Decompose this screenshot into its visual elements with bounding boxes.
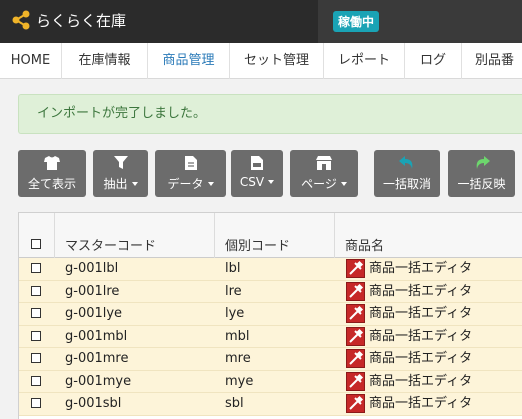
product-name-cell[interactable]: 商品一括エディタ xyxy=(369,258,472,280)
column-header-master-code[interactable]: マスターコード xyxy=(55,213,215,258)
caret-down-icon xyxy=(268,179,275,184)
bulk-cancel-button[interactable]: 一括取消 xyxy=(374,150,440,197)
alert-message: インポートが完了しました。 xyxy=(37,106,207,121)
bulk-cancel-label: 一括取消 xyxy=(382,177,431,191)
extract-label: 抽出 xyxy=(103,177,128,191)
filter-icon xyxy=(113,156,128,169)
table-row[interactable]: g-001mye mye 商品一括エディタ xyxy=(19,370,522,393)
product-name-cell[interactable]: 商品一括エディタ xyxy=(369,371,472,393)
row-checkbox[interactable] xyxy=(31,330,41,341)
extract-dropdown-button[interactable]: 抽出 xyxy=(93,150,148,197)
bulk-edit-tag-icon xyxy=(346,304,365,323)
csv-file-icon xyxy=(251,156,263,170)
status-badge: 稼働中 xyxy=(333,11,380,32)
row-checkbox[interactable] xyxy=(31,308,41,318)
tab-home[interactable]: HOME xyxy=(0,43,62,79)
table-row[interactable]: g-001lbl lbl 商品一括エディタ xyxy=(19,258,522,281)
table-row[interactable]: g-001mbl mbl 商品一括エディタ xyxy=(19,325,522,348)
row-checkbox[interactable] xyxy=(31,353,41,363)
main-nav: HOME 在庫情報 商品管理 セット管理 レポート ログ 別品番 xyxy=(0,43,522,79)
bulk-edit-tag-icon xyxy=(346,394,365,413)
product-table: マスターコード 個別コード 商品名 g-001lbl lbl 商品一括エディタ g-0… xyxy=(18,212,522,419)
master-code-cell: g-001mre xyxy=(65,351,129,366)
product-name-cell[interactable]: 商品一括エディタ xyxy=(369,303,472,325)
store-icon xyxy=(316,156,332,170)
tab-report[interactable]: レポート xyxy=(324,43,405,79)
table-row[interactable]: g-001lre lre 商品一括エディタ xyxy=(19,280,522,303)
show-all-label: 全て表示 xyxy=(27,177,76,191)
bulk-apply-button[interactable]: 一括反映 xyxy=(448,150,515,197)
master-code-cell: g-001sbl xyxy=(65,396,122,411)
table-row[interactable]: g-001lye lye 商品一括エディタ xyxy=(19,303,522,326)
master-code-cell: g-001lre xyxy=(65,283,120,299)
item-code-cell: lye xyxy=(225,306,245,321)
bulk-edit-tag-icon xyxy=(346,349,365,368)
document-icon xyxy=(184,156,197,170)
csv-label: CSV xyxy=(239,175,265,189)
bulk-edit-tag-icon xyxy=(346,259,365,278)
show-all-button[interactable]: 全て表示 xyxy=(18,150,86,197)
data-label: データ xyxy=(167,177,204,191)
shirt-icon xyxy=(44,156,60,170)
table-body: g-001lbl lbl 商品一括エディタ g-001lre lre 商品一括エディタ g-… xyxy=(19,258,522,416)
caret-down-icon xyxy=(207,181,214,186)
bulk-edit-tag-icon xyxy=(346,326,365,346)
tab-log[interactable]: ログ xyxy=(405,43,462,79)
import-success-alert: インポートが完了しました。 xyxy=(18,94,522,134)
tab-stock-info[interactable]: 在庫情報 xyxy=(62,43,148,79)
tab-product-management[interactable]: 商品管理 xyxy=(148,43,230,79)
status-area: 稼働中 xyxy=(318,0,522,43)
tab-alt-part-number[interactable]: 別品番 xyxy=(462,43,522,79)
master-code-cell: g-001mye xyxy=(65,373,132,389)
item-code-cell: mbl xyxy=(225,328,250,344)
page-label: ページ xyxy=(301,177,337,191)
top-bar: らくらく在庫 稼働中 xyxy=(0,0,522,43)
page-dropdown-button[interactable]: ページ xyxy=(290,150,358,197)
select-all-checkbox[interactable] xyxy=(31,239,41,249)
bulk-edit-tag-icon xyxy=(346,371,365,391)
row-checkbox[interactable] xyxy=(31,285,41,296)
product-name-cell[interactable]: 商品一括エディタ xyxy=(369,348,472,370)
item-code-cell: mre xyxy=(225,351,251,366)
product-name-cell[interactable]: 商品一括エディタ xyxy=(369,281,472,303)
column-header-product-name[interactable]: 商品名 xyxy=(335,213,522,258)
master-code-cell: g-001lbl xyxy=(65,261,119,276)
item-code-cell: mye xyxy=(225,373,254,389)
item-code-cell: lre xyxy=(225,283,242,299)
master-code-cell: g-001lye xyxy=(65,306,123,321)
table-header: マスターコード 個別コード 商品名 xyxy=(19,213,522,258)
row-checkbox[interactable] xyxy=(31,398,41,408)
undo-icon xyxy=(399,156,413,169)
app-title: らくらく在庫 xyxy=(36,11,127,30)
app-window: らくらく在庫 稼働中 HOME 在庫情報 商品管理 セット管理 レポート ログ … xyxy=(0,0,522,419)
data-dropdown-button[interactable]: データ xyxy=(155,150,226,197)
table-row[interactable]: g-001sbl sbl 商品一括エディタ xyxy=(19,393,522,416)
select-all-cell xyxy=(19,213,55,258)
bulk-edit-tag-icon xyxy=(346,281,365,301)
bulk-apply-label: 一括反映 xyxy=(457,177,506,191)
table-row[interactable]: g-001mre mre 商品一括エディタ xyxy=(19,348,522,371)
row-checkbox[interactable] xyxy=(31,375,41,386)
csv-dropdown-button[interactable]: CSV xyxy=(231,150,283,197)
caret-down-icon xyxy=(131,181,138,186)
redo-icon xyxy=(476,156,490,169)
app-logo[interactable]: らくらく在庫 xyxy=(10,9,126,31)
product-name-cell[interactable]: 商品一括エディタ xyxy=(369,326,472,348)
tab-set-management[interactable]: セット管理 xyxy=(230,43,324,79)
item-code-cell: lbl xyxy=(225,261,241,276)
item-code-cell: sbl xyxy=(225,396,244,411)
row-checkbox[interactable] xyxy=(31,263,41,273)
caret-down-icon xyxy=(340,181,347,186)
product-name-cell[interactable]: 商品一括エディタ xyxy=(369,393,472,415)
share-network-icon xyxy=(12,10,30,30)
column-header-item-code[interactable]: 個別コード xyxy=(215,213,335,258)
master-code-cell: g-001mbl xyxy=(65,328,128,344)
